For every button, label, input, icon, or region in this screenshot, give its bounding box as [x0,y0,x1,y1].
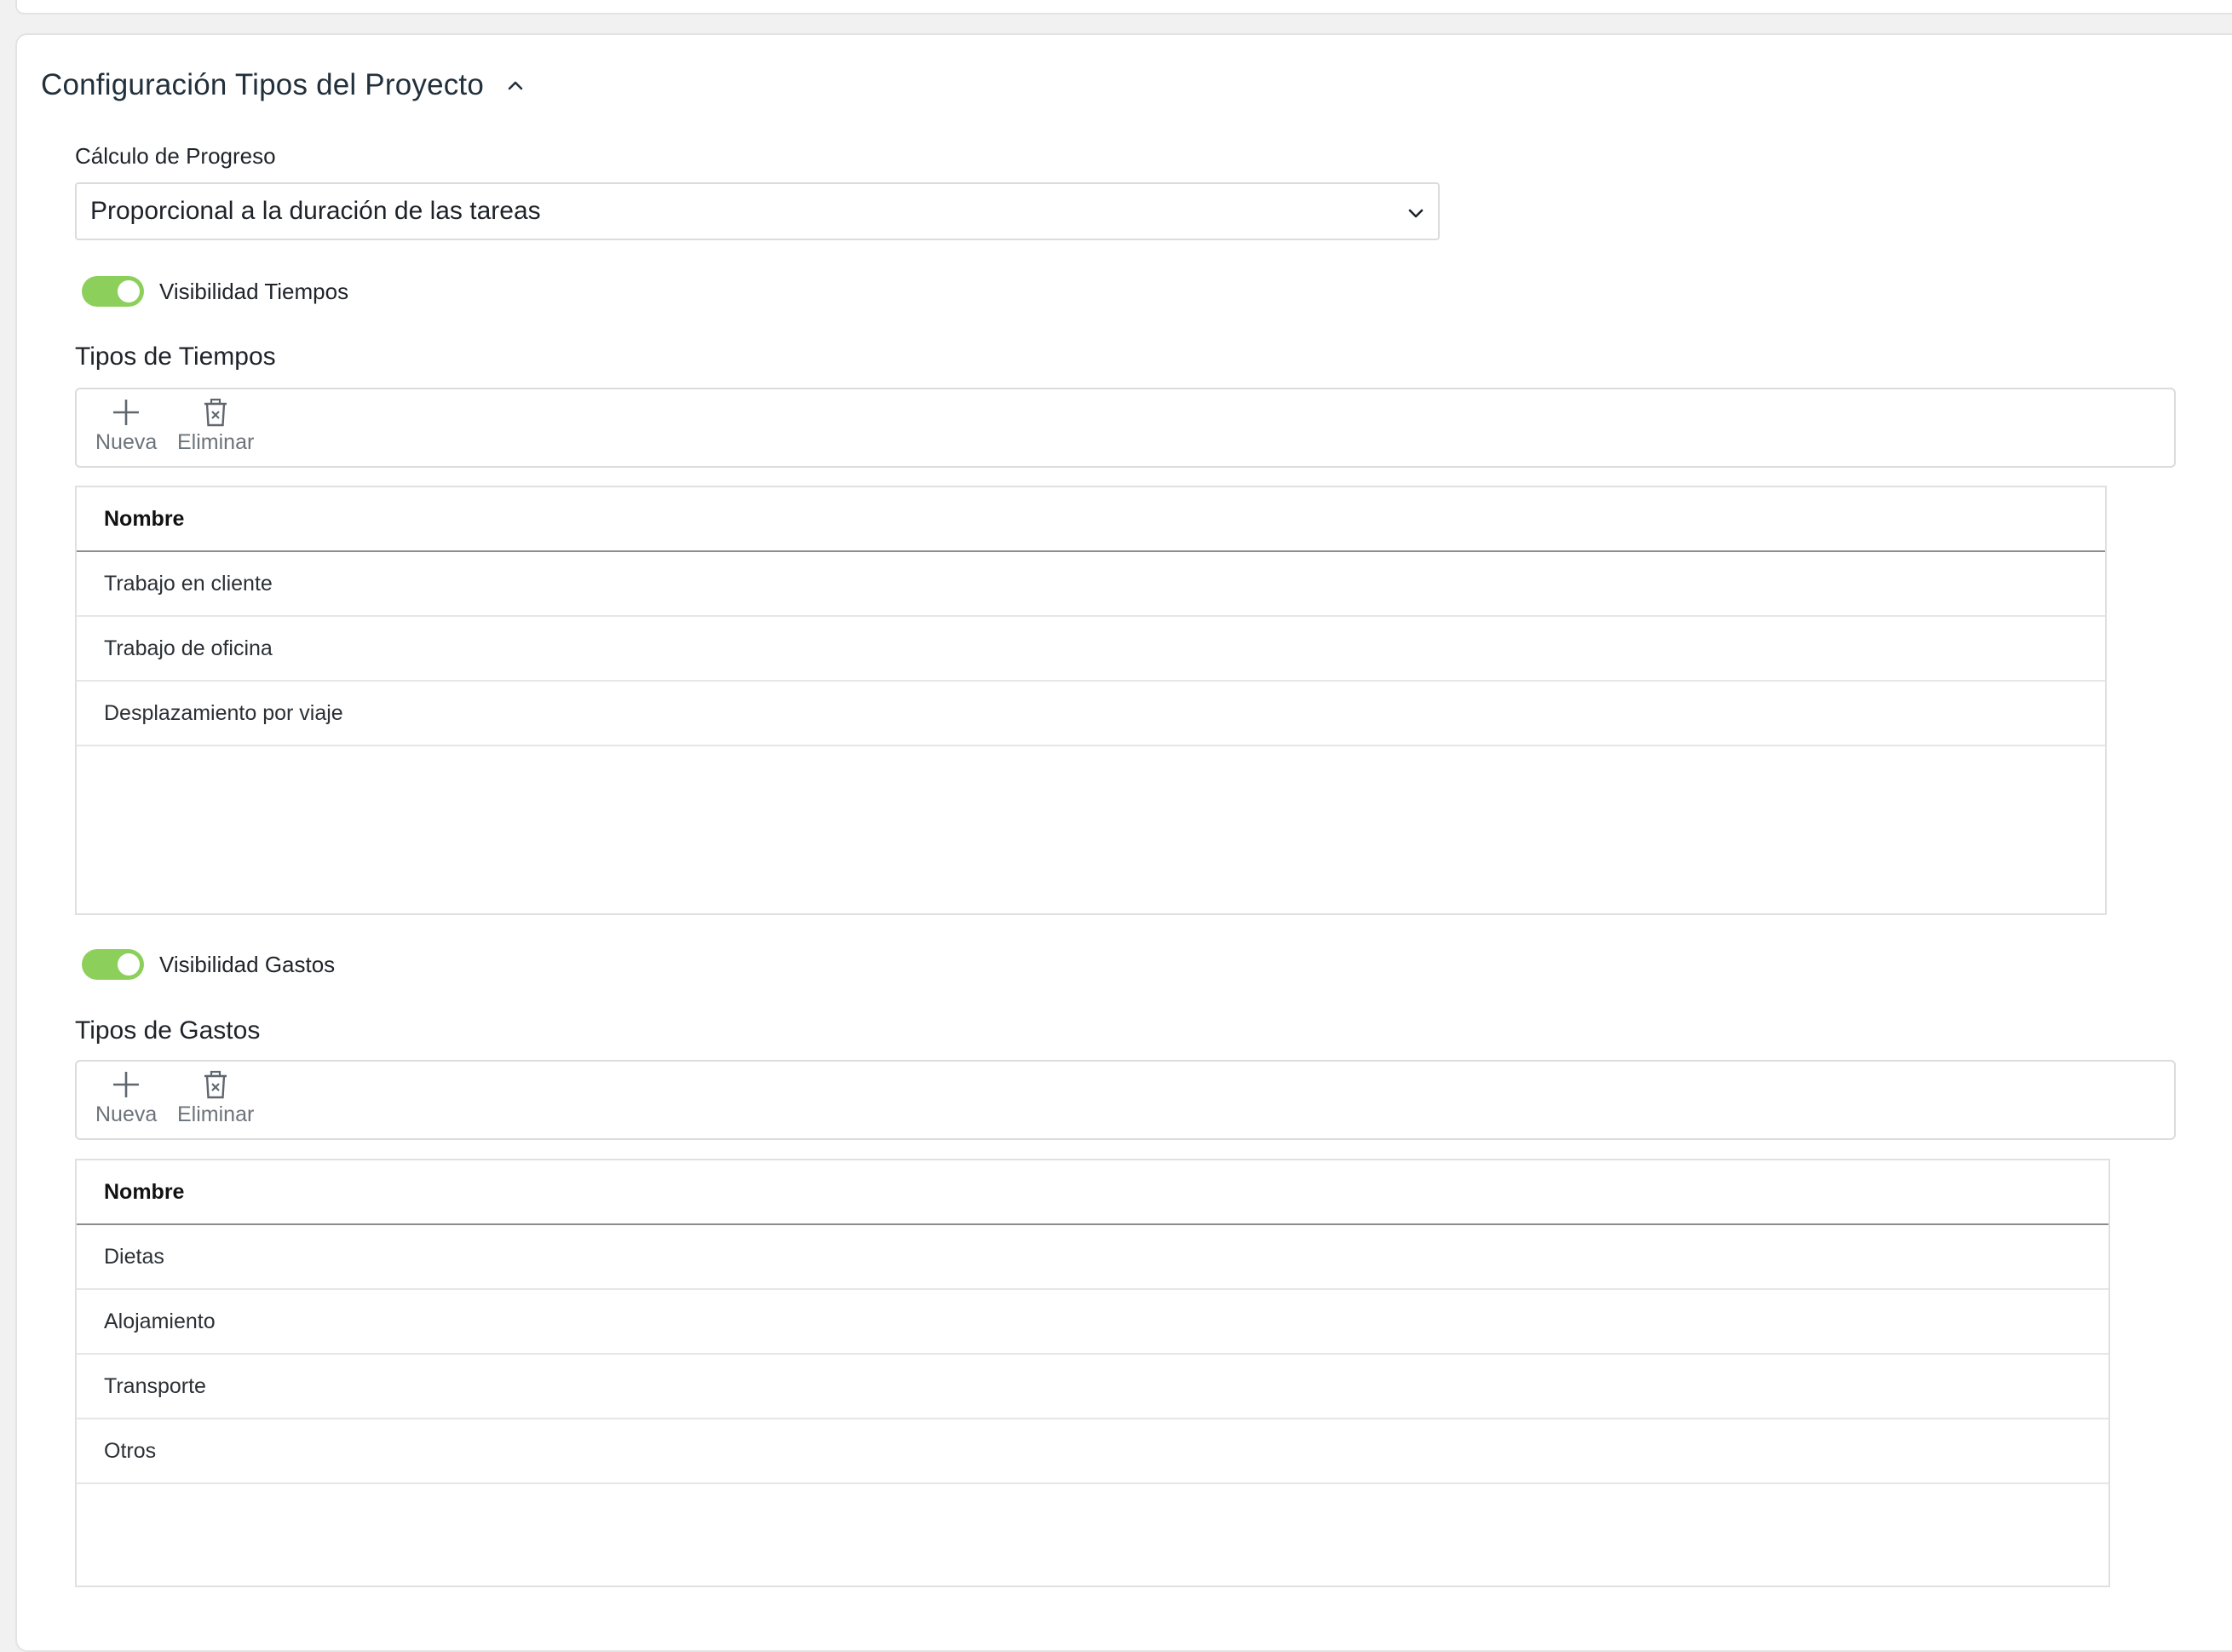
table-row[interactable]: Dietas [77,1225,2108,1290]
expenses-types-heading: Tipos de Gastos [75,1016,261,1045]
section-title: Configuración Tipos del Proyecto [41,68,485,101]
previous-card [15,0,2232,14]
delete-label: Eliminar [177,1102,255,1126]
expenses-visibility-row: Visibilidad Gastos [82,947,335,981]
table-row[interactable]: Alojamiento [77,1290,2108,1355]
delete-label: Eliminar [177,430,255,454]
table-row[interactable]: Desplazamiento por viaje [77,682,2105,746]
grid-column-header[interactable]: Nombre [77,1160,2108,1225]
section-header-toggle[interactable]: Configuración Tipos del Proyecto [41,63,525,107]
times-toolbar: Nueva Eliminar [75,388,2176,468]
times-types-grid: Nombre Trabajo en cliente Trabajo de ofi… [75,486,2107,915]
times-visibility-toggle[interactable] [82,276,144,307]
expenses-delete-button[interactable]: Eliminar [177,1068,254,1127]
expenses-visibility-toggle[interactable] [82,949,144,980]
chevron-up-icon [508,81,523,90]
times-delete-button[interactable]: Eliminar [177,396,254,455]
table-row[interactable]: Transporte [77,1355,2108,1419]
expenses-types-grid: Nombre Dietas Alojamiento Transporte Otr… [75,1159,2110,1587]
plus-icon [113,400,140,425]
grid-column-header[interactable]: Nombre [77,487,2105,552]
toggle-knob [118,953,140,976]
trash-icon [204,398,227,427]
times-types-heading: Tipos de Tiempos [75,342,276,371]
times-visibility-label: Visibilidad Tiempos [159,278,349,304]
trash-icon [204,1070,227,1099]
expenses-visibility-label: Visibilidad Gastos [159,951,336,977]
expenses-new-button[interactable]: Nueva [95,1068,157,1127]
progress-calc-label: Cálculo de Progreso [75,143,276,169]
times-visibility-row: Visibilidad Tiempos [82,274,348,308]
toggle-knob [118,280,140,302]
expenses-toolbar: Nueva Eliminar [75,1060,2176,1140]
progress-calc-value: Proporcional a la duración de las tareas [90,197,541,225]
chevron-down-icon [1408,209,1424,218]
plus-icon [113,1072,140,1097]
table-row[interactable]: Trabajo en cliente [77,552,2105,617]
new-label: Nueva [95,1102,158,1126]
times-new-button[interactable]: Nueva [95,396,157,455]
progress-calc-select[interactable]: Proporcional a la duración de las tareas [75,182,1440,240]
table-row[interactable]: Trabajo de oficina [77,617,2105,682]
table-row[interactable]: Otros [77,1419,2108,1484]
new-label: Nueva [95,430,158,454]
